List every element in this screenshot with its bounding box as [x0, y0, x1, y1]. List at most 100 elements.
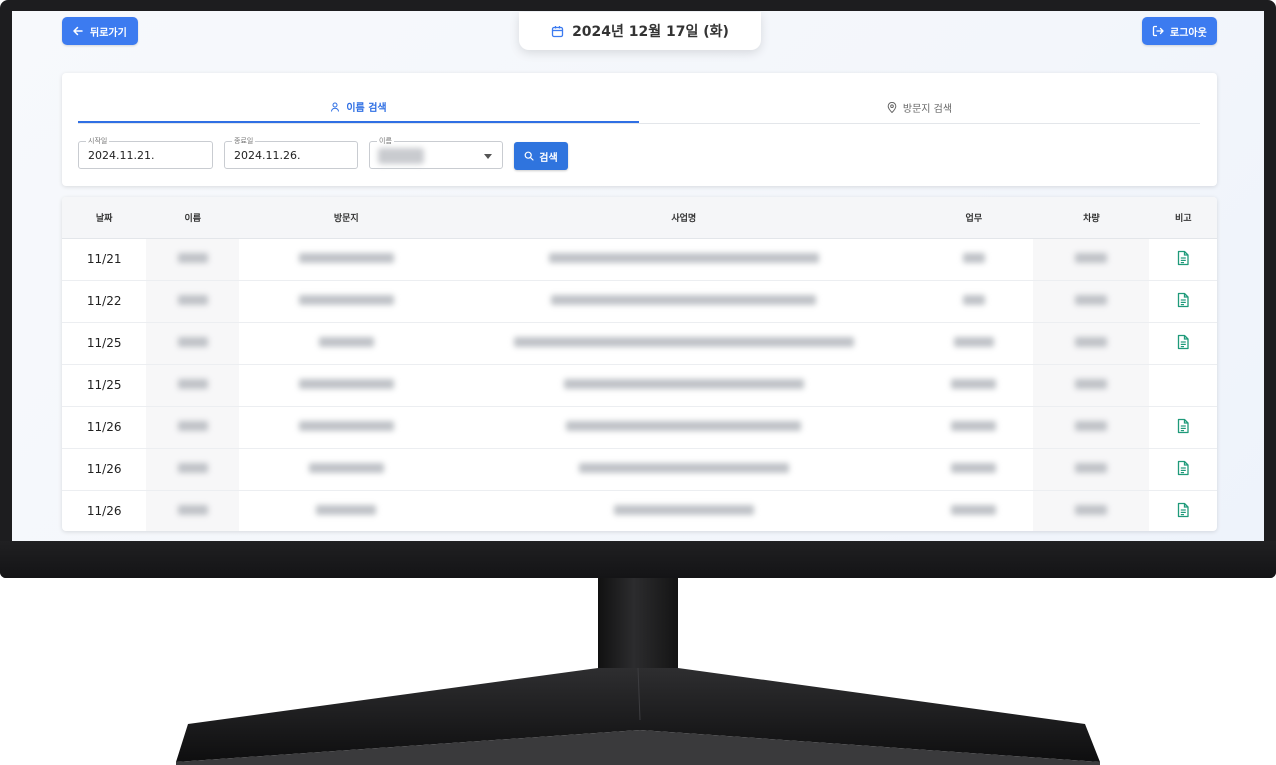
tab-visit-search[interactable]: 방문지 검색 [639, 92, 1200, 123]
back-button-label: 뒤로가기 [90, 27, 127, 39]
redacted-text [951, 463, 997, 473]
redacted-text [613, 505, 754, 515]
document-icon[interactable] [1176, 250, 1190, 266]
note-cell [1149, 322, 1217, 365]
redacted-text [177, 337, 208, 347]
task-cell [914, 280, 1034, 323]
note-cell [1149, 448, 1217, 491]
redacted-text [1075, 463, 1108, 473]
visit-place-cell [239, 490, 454, 531]
logout-button[interactable]: 로그아웃 [1142, 17, 1217, 45]
redacted-text [298, 295, 394, 305]
current-date: 2024년 12월 17일 (화) [572, 24, 729, 40]
tab-name-search[interactable]: 이름 검색 [78, 92, 639, 123]
visit-place-cell [239, 406, 454, 449]
redacted-text [298, 379, 394, 389]
start-date-field[interactable]: 시작일 2024.11.21. [78, 136, 213, 169]
end-date-label: 종료일 [232, 136, 256, 146]
document-icon[interactable] [1176, 292, 1190, 308]
note-cell [1149, 364, 1217, 407]
project-cell [453, 238, 915, 281]
document-icon[interactable] [1176, 460, 1190, 476]
column-header-note: 비고 [1149, 197, 1217, 239]
redacted-text [1075, 337, 1108, 347]
document-icon[interactable] [1176, 418, 1190, 434]
visit-place-cell [239, 280, 454, 323]
column-header-task: 업무 [914, 197, 1034, 239]
column-header-name: 이름 [146, 197, 240, 239]
search-tabs: 이름 검색 방문지 검색 [78, 92, 1200, 124]
note-cell [1149, 280, 1217, 323]
name-cell [146, 448, 240, 491]
document-icon[interactable] [1176, 502, 1190, 518]
project-cell [453, 406, 915, 449]
redacted-text [548, 253, 819, 263]
vehicle-cell [1033, 448, 1150, 491]
start-date-value: 2024.11.21. [88, 149, 155, 162]
redacted-text [1075, 295, 1108, 305]
project-cell [453, 364, 915, 407]
back-button[interactable]: 뒤로가기 [62, 17, 138, 45]
redacted-text [318, 337, 374, 347]
vehicle-cell [1033, 238, 1150, 281]
table-row[interactable]: 11/25 [62, 364, 1217, 407]
date-cell: 11/26 [62, 490, 147, 531]
redacted-text [177, 421, 208, 431]
redacted-text [177, 379, 208, 389]
redacted-text [177, 295, 208, 305]
vehicle-cell [1033, 280, 1150, 323]
user-icon [331, 102, 340, 112]
task-cell [914, 238, 1034, 281]
name-cell [146, 490, 240, 531]
screen: 뒤로가기 2024년 12월 17일 (화) 로그아웃 이름 검색 방문지 검색… [12, 11, 1264, 541]
note-cell [1149, 238, 1217, 281]
redacted-text [1075, 379, 1108, 389]
redacted-text [951, 421, 997, 431]
arrow-left-icon [73, 26, 83, 36]
visit-place-cell [239, 364, 454, 407]
document-icon[interactable] [1176, 334, 1190, 350]
logout-button-label: 로그아웃 [1170, 27, 1207, 39]
search-button-label: 검색 [539, 152, 558, 164]
redacted-text [1075, 505, 1108, 515]
project-cell [453, 322, 915, 365]
column-header-project: 사업명 [453, 197, 915, 239]
vehicle-cell [1033, 490, 1150, 531]
project-cell [453, 490, 915, 531]
table-row[interactable]: 11/21 [62, 238, 1217, 281]
start-date-label: 시작일 [86, 136, 110, 146]
visit-place-cell [239, 238, 454, 281]
table-row[interactable]: 11/26 [62, 490, 1217, 531]
redacted-text [298, 253, 394, 263]
table-row[interactable]: 11/22 [62, 280, 1217, 323]
redacted-text [1075, 253, 1108, 263]
table-row[interactable]: 11/25 [62, 322, 1217, 365]
task-cell [914, 490, 1034, 531]
redacted-text [962, 295, 985, 305]
task-cell [914, 364, 1034, 407]
name-cell [146, 280, 240, 323]
search-button[interactable]: 검색 [514, 142, 568, 170]
table-header-row: 날짜 이름 방문지 사업명 업무 차량 비고 [62, 197, 1217, 239]
redacted-text [951, 379, 997, 389]
table-row[interactable]: 11/26 [62, 448, 1217, 491]
visit-place-cell [239, 322, 454, 365]
redacted-text [951, 505, 997, 515]
column-header-vehicle: 차량 [1033, 197, 1150, 239]
chevron-down-icon[interactable] [484, 154, 492, 159]
tab-visit-search-label: 방문지 검색 [902, 104, 953, 115]
redacted-text [563, 379, 804, 389]
project-cell [453, 448, 915, 491]
redacted-text [177, 463, 208, 473]
results-table: 날짜 이름 방문지 사업명 업무 차량 비고 11/21 11/22 11/25 [62, 197, 1217, 531]
vehicle-cell [1033, 406, 1150, 449]
end-date-field[interactable]: 종료일 2024.11.26. [224, 136, 358, 169]
redacted-text [551, 295, 817, 305]
note-cell [1149, 406, 1217, 449]
name-select[interactable]: 이름 [369, 136, 503, 169]
redacted-text [578, 463, 789, 473]
table-row[interactable]: 11/26 [62, 406, 1217, 449]
logout-icon [1152, 25, 1164, 37]
column-header-date: 날짜 [62, 197, 147, 239]
note-cell [1149, 490, 1217, 531]
